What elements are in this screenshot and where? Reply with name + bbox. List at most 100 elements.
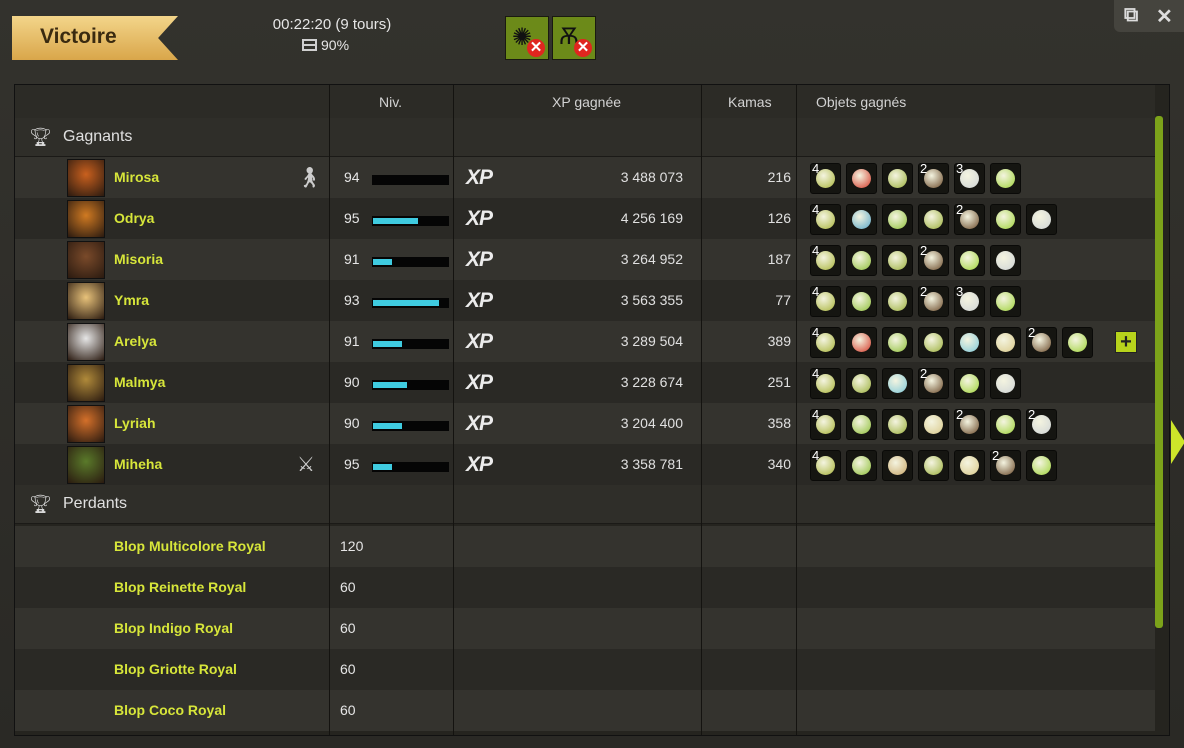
player-name[interactable]: Arelya xyxy=(114,333,157,349)
item-slot[interactable] xyxy=(846,327,877,358)
item-slot[interactable] xyxy=(882,368,913,399)
item-slot[interactable] xyxy=(846,286,877,317)
item-slot[interactable] xyxy=(990,327,1021,358)
avatar[interactable] xyxy=(67,405,105,443)
item-slot[interactable] xyxy=(990,286,1021,317)
loser-row[interactable]: Blop Coco Royal 60 xyxy=(15,690,1155,731)
player-level: 95 xyxy=(344,456,360,472)
item-slot[interactable] xyxy=(882,163,913,194)
item-slot[interactable]: 2 xyxy=(954,202,985,235)
player-name[interactable]: Ymra xyxy=(114,292,149,308)
item-slot[interactable]: 2 xyxy=(1026,407,1057,440)
item-slot[interactable]: 4 xyxy=(810,407,841,440)
item-slot[interactable] xyxy=(990,204,1021,235)
item-slot[interactable]: 4 xyxy=(810,366,841,399)
col-xp: XP gagnée xyxy=(552,94,622,110)
winner-row[interactable]: Lyriah 90 XP 3 204 400 358 4 2 2 xyxy=(15,403,1155,444)
item-slot[interactable]: 3 xyxy=(954,284,985,317)
winner-row[interactable]: Miheha ⚔︎ 95 XP 3 358 781 340 42 xyxy=(15,444,1155,485)
item-slot[interactable] xyxy=(846,163,877,194)
item-slot[interactable] xyxy=(846,368,877,399)
item-slot[interactable]: 2 xyxy=(918,243,949,276)
item-slot[interactable] xyxy=(990,409,1021,440)
monster-name[interactable]: Blop Griotte Royal xyxy=(114,661,237,677)
xp-icon: XP xyxy=(466,371,493,394)
loser-row[interactable]: Blop Multicolore Royal 120 xyxy=(15,526,1155,567)
player-name[interactable]: Misoria xyxy=(114,251,163,267)
avatar[interactable] xyxy=(67,364,105,402)
scrollbar[interactable] xyxy=(1155,116,1163,628)
item-slot[interactable]: 2 xyxy=(1026,325,1057,358)
winner-row[interactable]: Ymra 93 XP 3 563 355 77 4 2 3 xyxy=(15,280,1155,321)
item-slot[interactable] xyxy=(882,286,913,317)
player-name[interactable]: Lyriah xyxy=(114,415,156,431)
item-slot[interactable]: 4 xyxy=(810,325,841,358)
item-slot[interactable]: 4 xyxy=(810,243,841,276)
item-slot[interactable] xyxy=(1026,204,1057,235)
winner-row[interactable]: Arelya 91 XP 3 289 504 389 42 + xyxy=(15,321,1155,362)
item-slot[interactable] xyxy=(918,409,949,440)
item-slot[interactable] xyxy=(882,245,913,276)
item-slot[interactable] xyxy=(954,245,985,276)
item-slot[interactable]: 2 xyxy=(918,366,949,399)
monster-name[interactable]: Blop Reinette Royal xyxy=(114,579,246,595)
item-slot[interactable] xyxy=(882,204,913,235)
item-slot[interactable] xyxy=(918,204,949,235)
item-slot[interactable]: 3 xyxy=(954,161,985,194)
winner-row[interactable]: Misoria 91 XP 3 264 952 187 42 xyxy=(15,239,1155,280)
item-slot[interactable] xyxy=(990,368,1021,399)
player-name[interactable]: Malmya xyxy=(114,374,165,390)
item-slot[interactable] xyxy=(846,409,877,440)
monster-name[interactable]: Blop Multicolore Royal xyxy=(114,538,266,554)
item-slot[interactable]: 2 xyxy=(954,407,985,440)
item-slot[interactable]: 4 xyxy=(810,161,841,194)
item-slot[interactable] xyxy=(954,450,985,481)
item-quantity: 4 xyxy=(812,325,820,340)
item-slot[interactable]: 4 xyxy=(810,202,841,235)
monster-name[interactable]: Blop Indigo Royal xyxy=(114,620,233,636)
hide-challenges-button[interactable]: ✺ ✕ xyxy=(505,16,549,60)
item-slot[interactable] xyxy=(990,245,1021,276)
winner-row[interactable]: Mirosa 🚶︎ 94 XP 3 488 073 216 4 2 3 xyxy=(15,157,1155,198)
item-slot[interactable]: 4 xyxy=(810,284,841,317)
item-slot[interactable]: 2 xyxy=(918,161,949,194)
item-slot[interactable] xyxy=(954,368,985,399)
player-name[interactable]: Miheha xyxy=(114,456,162,472)
hide-mount-button[interactable]: Ѫ ✕ xyxy=(552,16,596,60)
xp-gained: 3 228 674 xyxy=(620,374,683,390)
item-slot[interactable]: 2 xyxy=(918,284,949,317)
winner-row[interactable]: Odrya 95 XP 4 256 169 126 42 xyxy=(15,198,1155,239)
avatar[interactable] xyxy=(67,159,105,197)
close-icon[interactable]: ✕ xyxy=(1156,4,1173,29)
item-slot[interactable]: 4 xyxy=(810,448,841,481)
more-items-button[interactable]: + xyxy=(1115,331,1137,353)
item-slot[interactable] xyxy=(846,450,877,481)
loser-row[interactable]: Blop Griotte Royal 60 xyxy=(15,649,1155,690)
expand-arrow-icon[interactable] xyxy=(1171,420,1184,464)
avatar[interactable] xyxy=(67,323,105,361)
winner-row[interactable]: Malmya 90 XP 3 228 674 251 42 xyxy=(15,362,1155,403)
item-slot[interactable] xyxy=(1026,450,1057,481)
monster-name[interactable]: Blop Coco Royal xyxy=(114,702,226,718)
xp-progress-fill xyxy=(373,218,418,224)
item-slot[interactable] xyxy=(918,450,949,481)
avatar[interactable] xyxy=(67,282,105,320)
player-name[interactable]: Mirosa xyxy=(114,169,159,185)
item-slot[interactable] xyxy=(1062,327,1093,358)
item-slot[interactable] xyxy=(846,204,877,235)
item-slot[interactable] xyxy=(954,327,985,358)
avatar[interactable] xyxy=(67,241,105,279)
avatar[interactable] xyxy=(67,200,105,238)
popout-icon[interactable]: ⧉ xyxy=(1124,4,1138,27)
item-slot[interactable] xyxy=(882,450,913,481)
loser-row[interactable]: Blop Reinette Royal 60 xyxy=(15,567,1155,608)
item-slot[interactable]: 2 xyxy=(990,448,1021,481)
loser-row[interactable]: Blop Indigo Royal 60 xyxy=(15,608,1155,649)
item-slot[interactable] xyxy=(882,327,913,358)
item-slot[interactable] xyxy=(918,327,949,358)
avatar[interactable] xyxy=(67,446,105,484)
player-name[interactable]: Odrya xyxy=(114,210,154,226)
item-slot[interactable] xyxy=(882,409,913,440)
item-slot[interactable] xyxy=(990,163,1021,194)
item-slot[interactable] xyxy=(846,245,877,276)
